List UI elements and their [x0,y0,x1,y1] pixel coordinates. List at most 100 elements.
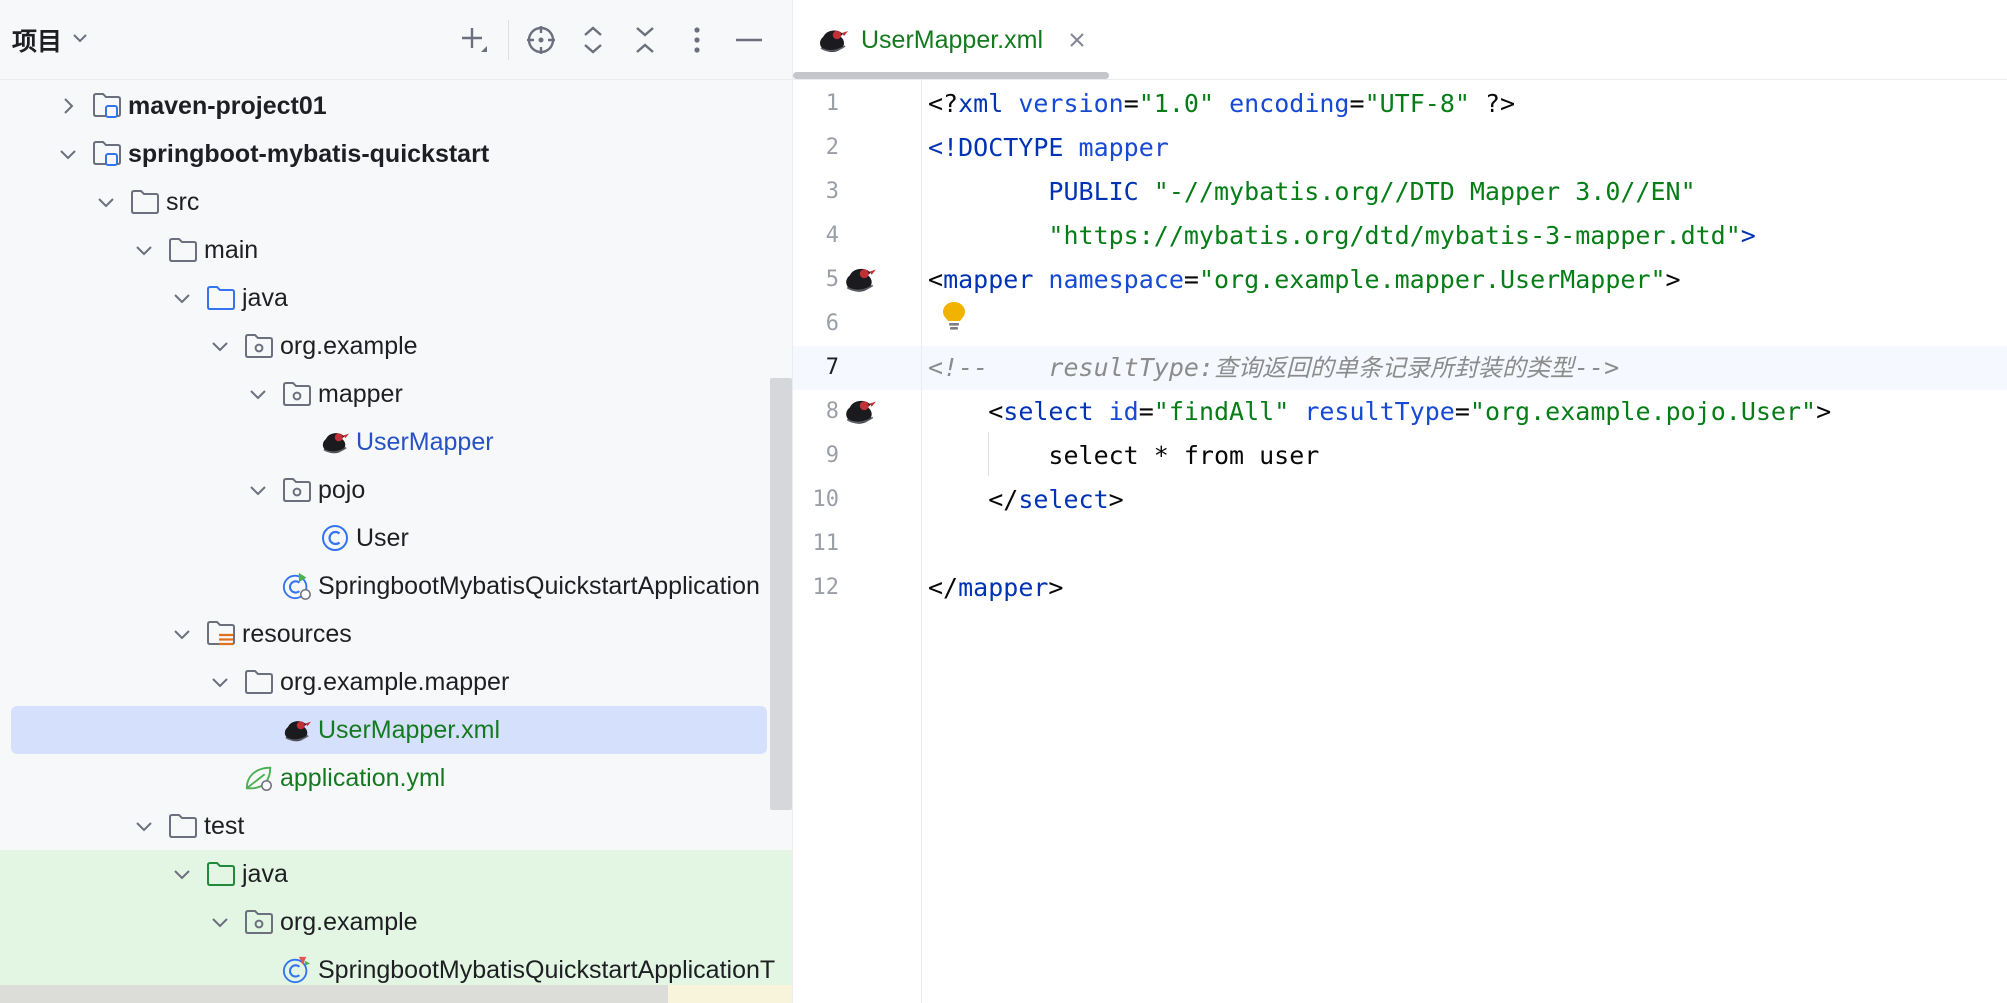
chevron-down-icon[interactable] [170,862,194,886]
minimize-icon[interactable] [729,18,769,62]
chevron-down-icon[interactable] [170,622,194,646]
line-number: 8 [825,399,839,424]
tree-row[interactable]: resources [0,610,792,658]
tree-item-label: org.example.mapper [280,667,510,696]
tree-row[interactable]: application.yml [0,754,792,802]
chevron-down-icon[interactable] [170,286,194,310]
vertical-scrollbar[interactable] [770,378,792,810]
lightbulb-icon[interactable] [941,300,967,332]
tree-row-content: UserMapper [284,418,494,466]
chevron-down-icon[interactable] [132,814,156,838]
horizontal-scrollbar[interactable] [0,985,668,1003]
tree-row[interactable]: java [0,274,792,322]
code-token: = [1183,265,1199,294]
code-token: select * from user [928,441,1320,470]
mybatis-bird-icon[interactable] [843,394,877,428]
line-number: 11 [812,531,840,556]
tree-item-label: UserMapper [356,427,494,456]
code-token: ?> [1469,89,1516,118]
chevron-down-icon[interactable] [208,910,232,934]
chevron-down-icon[interactable] [56,142,80,166]
code-token: = [1454,397,1470,426]
tree-row[interactable]: pojo [0,466,792,514]
line-number: 2 [825,135,839,160]
chevron-down-icon[interactable] [208,670,232,694]
tree-row[interactable]: org.example [0,898,792,946]
tree-row[interactable]: test [0,802,792,850]
module-folder-icon [92,91,122,121]
code-token: = [1349,89,1365,118]
tree-row[interactable]: SpringbootMybatisQuickstartApplication [0,562,792,610]
tree-row[interactable]: maven-project01 [0,82,792,130]
tree-row[interactable]: UserMapper [0,418,792,466]
tree-row-content: org.example [208,322,418,370]
line-number: 12 [812,575,840,600]
folder-icon [168,811,198,841]
tree-row[interactable]: mapper [0,370,792,418]
chevron-down-icon[interactable] [94,190,118,214]
tree-item-label: src [166,187,200,216]
tree-row-content: UserMapper.xml [246,706,500,754]
panel-title[interactable]: 项目 [12,22,62,58]
tree-row[interactable]: src [0,178,792,226]
code-token: "https://mybatis.org/dtd/mybatis-3-mappe… [1048,221,1741,250]
chevron-down-icon[interactable] [208,334,232,358]
tree-row[interactable]: org.example [0,322,792,370]
horizontal-scrollbar-track [668,985,792,1003]
tree-item-label: SpringbootMybatisQuickstartApplicationT [318,955,776,984]
source-folder-icon [206,283,236,313]
collapse-all-icon[interactable] [625,18,665,62]
tree-item-label: springboot-mybatis-quickstart [128,139,490,168]
line-number: 7 [825,355,839,380]
editor-tab-bar: UserMapper.xml [793,0,2007,80]
chevron-right-icon[interactable] [56,94,80,118]
code-token: "1.0" [1138,89,1215,118]
toolbar-separator [508,20,509,60]
chevron-down-icon[interactable] [246,478,270,502]
mybatis-bird-icon[interactable] [843,262,877,296]
editor-tab[interactable]: UserMapper.xml [817,18,1087,62]
folder-icon [130,187,160,217]
tree-row[interactable]: org.example.mapper [0,658,792,706]
editor-tab-underline [793,72,1109,79]
code-token: < [928,397,1004,426]
tree-item-label: org.example [280,331,418,360]
tree-row[interactable]: java [0,850,792,898]
panel-header: 项目 [0,0,792,80]
tree-row[interactable]: main [0,226,792,274]
project-tree: maven-project01 springboot-mybatis-quicks… [0,82,792,1003]
code-token: "-//mybatis.org//DTD Mapper 3.0//EN" [1153,177,1696,206]
line-number: 6 [825,311,839,336]
code-token: <? [928,89,959,118]
code-token: > [1665,265,1681,294]
tree-item-label: SpringbootMybatisQuickstartApplication [318,571,760,600]
chevron-down-icon[interactable] [70,28,90,53]
package-icon [282,379,312,409]
code-token: version [1018,89,1124,118]
code-token: PUBLIC [928,177,1154,206]
code-token: </ [928,485,1019,514]
chevron-down-icon[interactable] [246,382,270,406]
tree-row-content: java [170,274,288,322]
locate-icon[interactable] [521,18,561,62]
more-options-icon[interactable] [677,18,717,62]
tree-item-label: main [204,235,259,264]
tree-row[interactable]: UserMapper.xml [0,706,792,754]
tree-row-content: mapper [246,370,403,418]
gutter-divider [921,80,922,1003]
test-folder-icon [206,859,236,889]
tree-item-label: resources [242,619,352,648]
tree-item-label: UserMapper.xml [318,715,500,744]
tree-row-content: springboot-mybatis-quickstart [56,130,489,178]
spring-boot-test-icon [282,955,312,985]
editor-tab-label: UserMapper.xml [861,25,1043,54]
chevron-down-icon[interactable] [132,238,156,262]
close-icon[interactable] [1067,30,1087,50]
code-line: <select id="findAll" resultType="org.exa… [928,390,1831,434]
tree-row[interactable]: User [0,514,792,562]
tree-row[interactable]: springboot-mybatis-quickstart [0,130,792,178]
line-number: 5 [825,267,839,292]
tree-row-content: java [170,850,288,898]
add-icon[interactable] [454,18,494,62]
expand-all-icon[interactable] [573,18,613,62]
